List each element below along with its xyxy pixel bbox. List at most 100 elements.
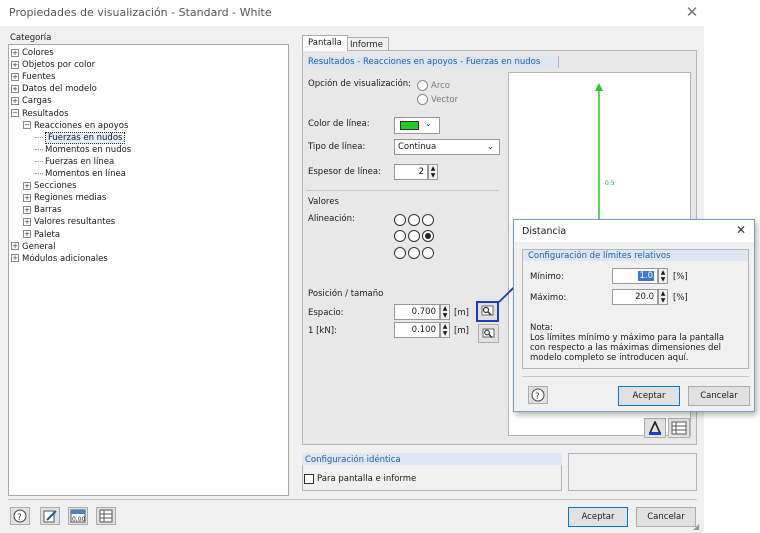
section-title: Resultados - Reacciones en apoyos - Fuer… xyxy=(308,57,541,67)
tree-item-label: Valores resultantes xyxy=(34,217,116,228)
collapse-icon[interactable]: − xyxy=(23,121,31,130)
line-width-input[interactable]: 2 xyxy=(394,164,428,180)
tree-item[interactable]: + Secciones xyxy=(23,180,77,192)
help-button[interactable]: ? xyxy=(10,507,30,525)
expand-icon[interactable]: + xyxy=(11,60,19,69)
tree-item[interactable]: + Datos del modelo xyxy=(11,83,97,95)
resize-grip-icon[interactable]: ◢ xyxy=(693,522,699,531)
min-input[interactable]: 1.0 xyxy=(612,268,658,284)
tab-informe[interactable]: Informe xyxy=(344,37,389,50)
window-title: Propiedades de visualización - Standard … xyxy=(9,6,272,19)
cancel-button[interactable]: Cancelar xyxy=(636,507,696,527)
line-color-picker[interactable]: ⌄ xyxy=(394,117,440,134)
tree-item[interactable]: − Resultados xyxy=(11,108,69,120)
radio-vector[interactable] xyxy=(417,94,428,105)
tree-item-label: Momentos en línea xyxy=(45,169,126,179)
color-swatch xyxy=(400,121,419,130)
table-settings-button[interactable] xyxy=(668,418,690,438)
tree-item[interactable]: + Regiones medias xyxy=(23,192,106,204)
align-top-center[interactable] xyxy=(408,214,420,226)
collapse-icon[interactable]: − xyxy=(11,109,19,117)
divider xyxy=(306,190,499,191)
limits-section-title: Configuración de límites relativos xyxy=(528,251,671,261)
line-type-select[interactable]: Continua ⌄ xyxy=(394,139,500,155)
category-tree[interactable]: + Colores + Objetos por color + Fuentes + Datos… xyxy=(8,44,289,496)
tree-item-label: Datos del modelo xyxy=(22,84,97,95)
tree-item[interactable]: Momentos en nudos xyxy=(35,144,131,156)
tree-item[interactable]: + Colores xyxy=(11,47,54,59)
expand-icon[interactable]: + xyxy=(23,193,31,202)
tree-item[interactable]: + Cargas xyxy=(11,95,52,107)
tree-item-label: Cargas xyxy=(22,96,52,107)
tree-item-label: Secciones xyxy=(34,181,77,192)
sub-cancel-button[interactable]: Cancelar xyxy=(688,386,750,406)
expand-icon[interactable]: + xyxy=(11,84,19,93)
chevron-down-icon: ⌄ xyxy=(425,119,432,128)
tree-item-label: Objetos por color xyxy=(22,60,96,71)
tree-item[interactable]: + Barras xyxy=(23,204,62,216)
close-icon[interactable]: ✕ xyxy=(684,3,700,21)
align-bottom-left[interactable] xyxy=(394,247,406,259)
text-color-button[interactable] xyxy=(644,418,666,438)
kn-label: 1 [kN]: xyxy=(308,326,337,336)
kn-input[interactable]: 0.100 xyxy=(394,322,440,338)
sub-accept-button[interactable]: Aceptar xyxy=(618,386,680,406)
edit-button[interactable] xyxy=(40,507,60,525)
tree-item[interactable]: + Objetos por color xyxy=(11,59,95,71)
tree-item[interactable]: + Módulos adicionales xyxy=(11,253,108,265)
tab-pantalla[interactable]: Pantalla xyxy=(302,35,348,51)
line-width-spinner[interactable]: ▲ ▼ xyxy=(428,164,438,180)
align-bottom-right[interactable] xyxy=(422,247,434,259)
kn-settings-button[interactable] xyxy=(478,324,499,343)
expand-icon[interactable]: + xyxy=(11,96,19,105)
tree-item[interactable]: + Fuentes xyxy=(11,71,55,83)
tree-item[interactable]: Fuerzas en línea xyxy=(35,156,114,168)
tree-item[interactable]: Momentos en línea xyxy=(35,168,126,180)
tree-item-label: Fuentes xyxy=(22,72,56,83)
decimals-button[interactable]: 0,00 xyxy=(68,507,88,525)
expand-icon[interactable]: + xyxy=(11,48,19,57)
kn-spinner[interactable]: ▲ ▼ xyxy=(440,322,450,338)
line-type-value: Continua xyxy=(398,142,437,152)
align-middle-center[interactable] xyxy=(408,230,420,242)
align-middle-left[interactable] xyxy=(394,230,406,242)
help-icon: ? xyxy=(13,509,27,523)
help-button[interactable]: ? xyxy=(528,386,548,404)
help-icon: ? xyxy=(531,388,545,402)
tree-item-label: Fuerzas en nudos xyxy=(45,131,126,144)
tree-item[interactable]: Fuerzas en nudos xyxy=(35,131,126,144)
max-input[interactable]: 20.0 xyxy=(612,289,658,305)
spacing-spinner[interactable]: ▲ ▼ xyxy=(440,304,450,320)
footer-divider xyxy=(8,499,697,500)
line-color-label: Color de línea: xyxy=(308,119,370,129)
tree-item[interactable]: + Valores resultantes xyxy=(23,216,115,228)
align-top-left[interactable] xyxy=(394,214,406,226)
display-settings-button[interactable] xyxy=(96,507,116,525)
align-bottom-center[interactable] xyxy=(408,247,420,259)
max-spinner[interactable]: ▲ ▼ xyxy=(658,289,668,305)
magnifier-settings-icon xyxy=(482,328,495,338)
align-middle-right[interactable] xyxy=(422,230,434,242)
tree-item[interactable]: + Paleta xyxy=(23,229,60,241)
radio-arco[interactable] xyxy=(417,80,428,91)
kn-unit: [m] xyxy=(454,326,469,336)
accept-button[interactable]: Aceptar xyxy=(568,507,628,527)
tree-item[interactable]: − Reacciones en apoyos xyxy=(23,120,128,132)
expand-icon[interactable]: + xyxy=(11,72,19,81)
expand-icon[interactable]: + xyxy=(11,254,19,263)
expand-icon[interactable]: + xyxy=(23,181,31,190)
expand-icon[interactable]: + xyxy=(23,217,31,226)
spacing-input[interactable]: 0.700 xyxy=(394,304,440,320)
tree-item[interactable]: + General xyxy=(11,241,56,253)
identical-checkbox[interactable] xyxy=(304,474,314,484)
tree-item-label: General xyxy=(22,241,56,252)
identical-side-box xyxy=(568,453,697,491)
svg-text:?: ? xyxy=(17,513,22,523)
expand-icon[interactable]: + xyxy=(23,230,31,238)
align-top-right[interactable] xyxy=(422,214,434,226)
min-spinner[interactable]: ▲ ▼ xyxy=(658,268,668,284)
expand-icon[interactable]: + xyxy=(23,205,31,214)
min-unit: [%] xyxy=(673,272,688,282)
close-icon[interactable]: ✕ xyxy=(736,223,746,237)
expand-icon[interactable]: + xyxy=(11,242,19,251)
